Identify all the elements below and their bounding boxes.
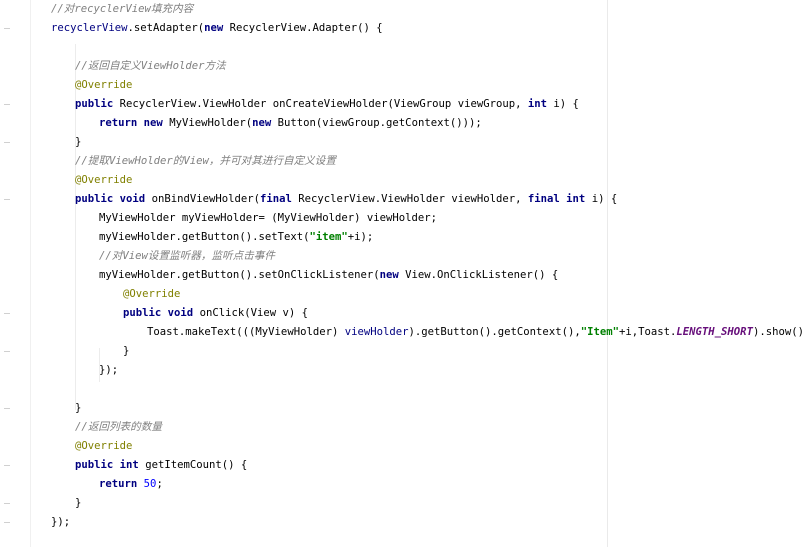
code-line[interactable]: //返回自定义ViewHolder方法 [75, 57, 226, 76]
fold-marker-icon[interactable] [4, 465, 10, 466]
code-line[interactable]: public void onClick(View v) { [123, 304, 308, 323]
code-token: } [123, 345, 130, 357]
code-token: int [566, 193, 586, 205]
code-line[interactable]: MyViewHolder myViewHolder= (MyViewHolder… [99, 209, 437, 228]
code-token: LENGTH_SHORT [676, 326, 753, 338]
code-token: MyViewHolder( [162, 117, 253, 129]
code-line[interactable]: //对recyclerView填充内容 [51, 0, 193, 19]
code-token: public [75, 98, 114, 110]
code-token: void [167, 307, 194, 319]
code-token: public [123, 307, 162, 319]
code-line[interactable]: return new MyViewHolder(new Button(viewG… [99, 114, 482, 133]
fold-marker-icon[interactable] [4, 522, 10, 523]
code-token: public [75, 193, 114, 205]
code-line[interactable]: } [123, 342, 129, 361]
code-token: getItemCount() { [138, 459, 248, 471]
code-token: }); [99, 364, 119, 376]
code-token: RecyclerView.Adapter() { [223, 22, 383, 34]
code-token: @Override [75, 174, 133, 186]
code-token: }); [51, 516, 71, 528]
fold-marker-icon[interactable] [4, 28, 10, 29]
code-token: 50 [143, 478, 157, 490]
code-line[interactable]: @Override [75, 171, 132, 190]
code-token: return [99, 478, 138, 490]
code-token: Toast.makeText(((MyViewHolder) [147, 326, 345, 338]
code-editor[interactable]: //对recyclerView填充内容 recyclerView.setAdapt… [0, 0, 802, 547]
code-line[interactable]: //提取ViewHolder的View，并可对其进行自定义设置 [75, 152, 336, 171]
code-token: //返回列表的数量 [75, 421, 162, 433]
code-token: new [252, 117, 272, 129]
fold-marker-icon[interactable] [4, 503, 10, 504]
fold-marker-icon[interactable] [4, 104, 10, 105]
code-token: new [204, 22, 224, 34]
code-line[interactable]: myViewHolder.getButton().setText("item"+… [99, 228, 373, 247]
code-line[interactable]: } [75, 133, 81, 152]
code-token: ).getButton().getContext(), [408, 326, 581, 338]
code-token: RecyclerView.ViewHolder onCreateViewHold… [113, 98, 528, 110]
code-token: myViewHolder.getButton().setOnClickListe… [99, 269, 380, 281]
code-line[interactable]: public RecyclerView.ViewHolder onCreateV… [75, 95, 579, 114]
code-token: final [527, 193, 560, 205]
code-line[interactable]: }); [99, 361, 118, 380]
code-line[interactable]: } [75, 494, 81, 513]
fold-marker-icon[interactable] [4, 142, 10, 143]
code-token: //对View设置监听器，监听点击事件 [99, 250, 275, 262]
code-token: int [119, 459, 139, 471]
code-token: onBindViewHolder( [145, 193, 260, 205]
code-token: int [527, 98, 547, 110]
code-token: Button(viewGroup.getContext())); [271, 117, 482, 129]
code-line[interactable]: myViewHolder.getButton().setOnClickListe… [99, 266, 558, 285]
code-token: return [99, 117, 138, 129]
code-token: "Item" [580, 326, 619, 338]
code-token: } [75, 402, 82, 414]
code-token: void [119, 193, 146, 205]
code-token: } [75, 497, 82, 509]
code-line[interactable]: Toast.makeText(((MyViewHolder) viewHolde… [147, 323, 802, 342]
code-token: //提取ViewHolder的View，并可对其进行自定义设置 [75, 155, 336, 167]
fold-marker-icon[interactable] [4, 313, 10, 314]
code-token: recyclerView [51, 22, 128, 34]
code-line[interactable]: //对View设置监听器，监听点击事件 [99, 247, 275, 266]
code-line[interactable]: @Override [75, 76, 132, 95]
fold-marker-icon[interactable] [4, 199, 10, 200]
code-line[interactable]: recyclerView.setAdapter(new RecyclerView… [51, 19, 383, 38]
code-line[interactable]: } [75, 399, 81, 418]
fold-marker-icon[interactable] [4, 351, 10, 352]
code-token: "item" [309, 231, 348, 243]
code-line[interactable]: }); [51, 513, 70, 532]
code-token: ; [156, 478, 163, 490]
code-token: viewHolder [344, 326, 409, 338]
code-token: +i,Toast. [619, 326, 677, 338]
code-token: i) { [547, 98, 579, 110]
code-token: @Override [75, 440, 133, 452]
code-token: .setAdapter( [127, 22, 205, 34]
code-token: //对recyclerView填充内容 [51, 3, 194, 15]
code-token: //返回自定义ViewHolder方法 [75, 60, 226, 72]
code-token: onClick(View v) { [193, 307, 308, 319]
code-token: +i); [347, 231, 374, 243]
code-line[interactable]: public int getItemCount() { [75, 456, 247, 475]
code-token: @Override [75, 79, 133, 91]
code-token: final [260, 193, 292, 205]
code-line[interactable]: @Override [123, 285, 180, 304]
code-token: MyViewHolder myViewHolder= (MyViewHolder… [99, 212, 438, 224]
code-token: new [143, 117, 163, 129]
code-token: public [75, 459, 114, 471]
code-token: RecyclerView.ViewHolder viewHolder, [291, 193, 528, 205]
code-token: myViewHolder.getButton().setText( [99, 231, 310, 243]
code-token: @Override [123, 288, 181, 300]
code-token: new [379, 269, 399, 281]
code-line[interactable]: //返回列表的数量 [75, 418, 162, 437]
code-token: i) { [585, 193, 618, 205]
code-line[interactable]: @Override [75, 437, 132, 456]
fold-marker-icon[interactable] [4, 408, 10, 409]
code-token: ).show(); [752, 326, 802, 338]
code-line[interactable]: return 50; [99, 475, 163, 494]
code-token: View.OnClickListener() { [398, 269, 559, 281]
code-token: } [75, 136, 82, 148]
code-line[interactable]: public void onBindViewHolder(final Recyc… [75, 190, 617, 209]
